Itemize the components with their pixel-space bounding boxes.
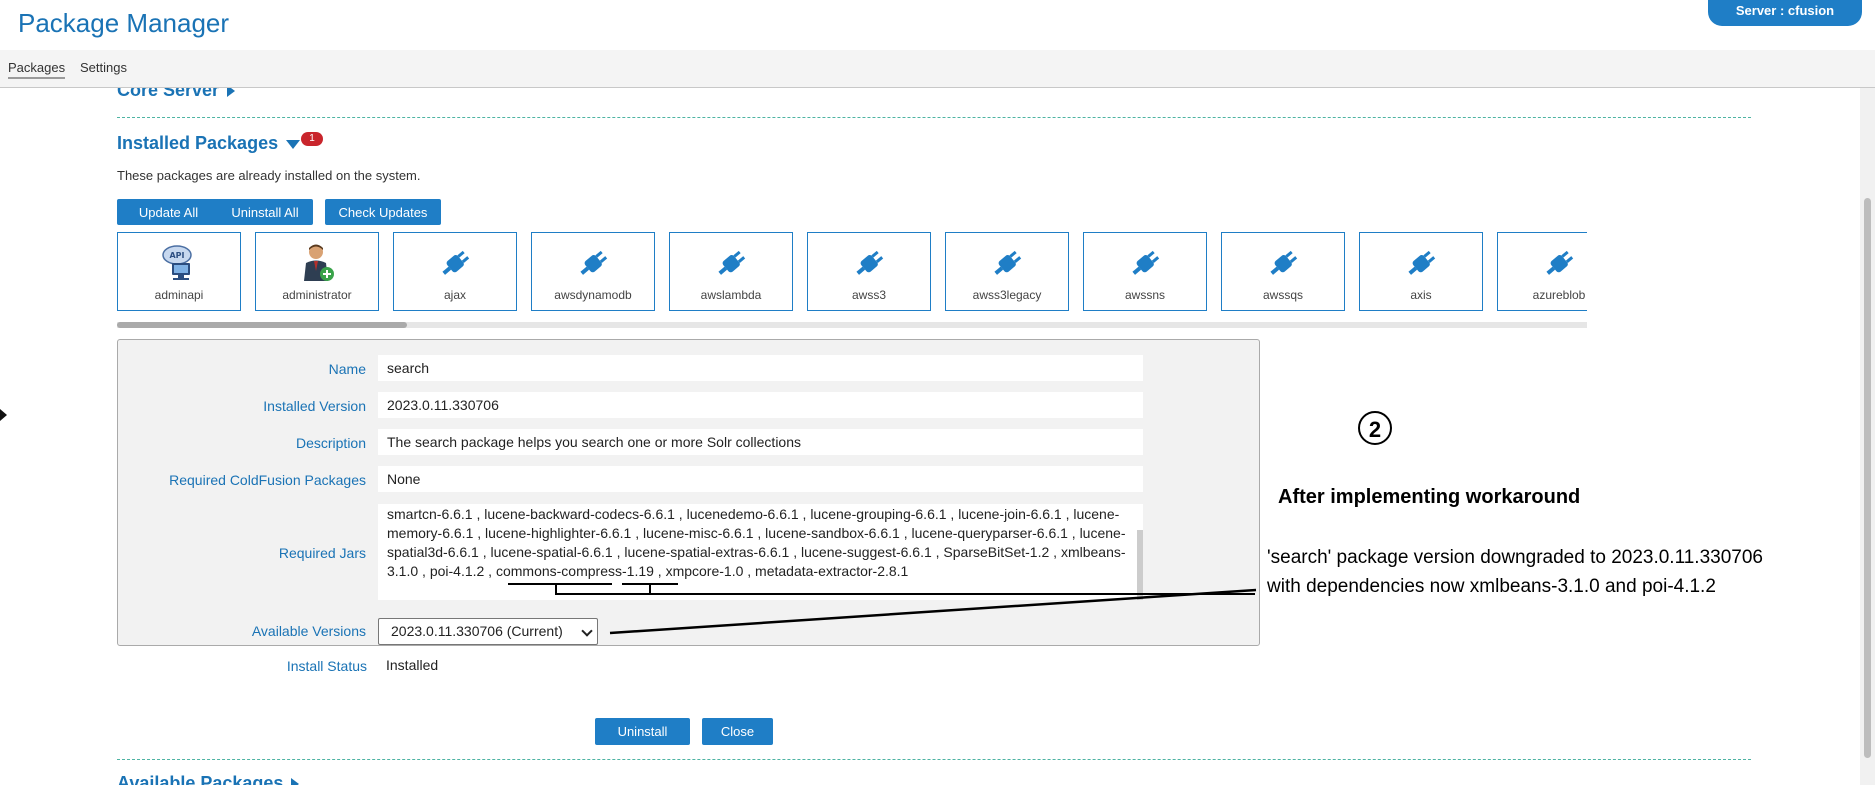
check-updates-button[interactable]: Check Updates (325, 199, 441, 225)
package-tile-label: awssns (1124, 288, 1165, 302)
section-divider (117, 117, 1751, 118)
plug-icon (1270, 250, 1298, 275)
annotation-line-1: 'search' package version downgraded to 2… (1267, 547, 1763, 568)
caret-right-icon (291, 778, 300, 785)
app-title: Package Manager (18, 8, 230, 38)
required-jars-text: smartcn-6.6.1 , lucene-backward-codecs-6… (387, 505, 1127, 581)
plug-icon (580, 250, 608, 275)
plug-icon (718, 250, 746, 275)
app-header: Package Manager Server : cfusion (0, 0, 1875, 51)
caret-down-icon (286, 139, 301, 149)
package-tile-label: awsdynamodb (554, 288, 632, 302)
install-status-value: Installed (377, 652, 1142, 678)
package-tile-awsdynamodb[interactable]: awsdynamodb (531, 232, 655, 311)
core-server-label: Core Server (117, 88, 220, 100)
package-tile-awssns[interactable]: awssns (1083, 232, 1207, 311)
package-tile-awss3legacy[interactable]: awss3legacy (945, 232, 1069, 311)
required-cf-packages-label: Required ColdFusion Packages (169, 472, 366, 488)
available-versions-select[interactable]: 2023.0.11.330706 (Current) (378, 618, 598, 645)
annotation-line-2: with dependencies now xmlbeans-3.1.0 and… (1267, 576, 1716, 597)
chevron-down-icon (581, 625, 593, 637)
plug-icon (856, 250, 884, 275)
package-tile-label: awss3 (851, 288, 886, 302)
package-tile-awslambda[interactable]: awslambda (669, 232, 793, 311)
plug-icon (994, 250, 1022, 275)
annotation-text: 'search' package version downgraded to 2… (1267, 543, 1827, 601)
required-jars-label: Required Jars (278, 545, 366, 561)
tab-settings[interactable]: Settings (80, 60, 127, 75)
package-tile-ajax[interactable]: ajax (393, 232, 517, 311)
package-tile-label: awss3legacy (972, 288, 1042, 302)
name-label: Name (328, 361, 366, 377)
administrator-icon (304, 244, 334, 281)
tab-packages[interactable]: Packages (8, 60, 66, 79)
installed-version-value: 2023.0.11.330706 (378, 392, 1143, 418)
package-tile-label: awssqs (1262, 288, 1303, 302)
description-value: The search package helps you search one … (378, 429, 1143, 455)
jars-separator: , (418, 563, 430, 579)
package-tile-axis[interactable]: axis (1359, 232, 1483, 311)
svg-text:API: API (169, 251, 184, 260)
tab-bar: Packages Settings (0, 50, 1875, 88)
plug-icon (442, 250, 470, 275)
package-tile-label: administrator (282, 288, 352, 302)
adminapi-icon: API (162, 245, 192, 280)
package-tile-awssqs[interactable]: awssqs (1221, 232, 1345, 311)
name-value: search (378, 355, 1143, 381)
install-status-label: Install Status (286, 658, 367, 674)
update-all-button[interactable]: Update All (117, 199, 220, 225)
required-jars-box[interactable]: smartcn-6.6.1 , lucene-backward-codecs-6… (378, 504, 1143, 600)
core-server-heading[interactable]: Core Server (117, 88, 236, 101)
annotation-title: After implementing workaround (1278, 486, 1581, 508)
package-tile-label: awslambda (700, 288, 762, 302)
plug-icon (1132, 250, 1160, 275)
package-tile-label: ajax (443, 288, 466, 302)
package-tile-administrator[interactable]: administrator (255, 232, 379, 311)
jar-poi: poi-4.1.2 (429, 563, 485, 579)
annotation-number: 2 (1358, 411, 1392, 445)
required-cf-packages-value: None (378, 466, 1143, 492)
caret-right-icon (227, 88, 236, 98)
installed-packages-label: Installed Packages (117, 133, 279, 153)
package-tile-label: azureblob (1532, 288, 1586, 302)
package-tile-label: adminapi (154, 288, 204, 302)
uninstall-all-button[interactable]: Uninstall All (217, 199, 313, 225)
description-label: Description (295, 435, 366, 451)
tiles-scrollbar-thumb[interactable] (117, 322, 407, 328)
installed-packages-heading[interactable]: Installed Packages (117, 133, 301, 154)
available-packages-heading[interactable]: Available Packages (117, 773, 300, 785)
package-tiles: API adminapi administrator ajax awsdynam… (117, 232, 1587, 324)
package-tile-azureblob[interactable]: azureblob (1497, 232, 1587, 311)
package-tile-adminapi[interactable]: API adminapi (117, 232, 241, 311)
page-scrollbar[interactable] (1860, 88, 1875, 785)
jars-list-part2: , commons-compress-1.19 , xmpcore-1.0 , … (484, 563, 909, 579)
plug-icon (1408, 250, 1436, 275)
installed-description: These packages are already installed on … (117, 168, 421, 183)
installed-version-label: Installed Version (263, 398, 366, 414)
update-count-badge: 1 (301, 132, 323, 146)
tiles-scrollbar[interactable] (117, 322, 1587, 328)
close-button[interactable]: Close (702, 718, 773, 745)
jars-scrollbar[interactable] (1137, 530, 1143, 600)
server-badge[interactable]: Server : cfusion (1708, 0, 1862, 26)
package-tile-label: axis (1410, 288, 1432, 302)
available-versions-label: Available Versions (251, 623, 366, 639)
main-content: Core Server Installed Packages 1 These p… (0, 88, 1860, 785)
section-divider (117, 759, 1751, 760)
page-scrollbar-thumb[interactable] (1864, 198, 1871, 758)
jars-list-part1: smartcn-6.6.1 , lucene-backward-codecs-6… (387, 506, 1126, 560)
package-details-panel: Name search Installed Version 2023.0.11.… (117, 339, 1260, 646)
available-versions-selected: 2023.0.11.330706 (Current) (391, 623, 563, 639)
plug-icon (1546, 250, 1574, 275)
package-tile-awss3[interactable]: awss3 (807, 232, 931, 311)
available-packages-label: Available Packages (117, 773, 284, 785)
uninstall-button[interactable]: Uninstall (595, 718, 690, 745)
